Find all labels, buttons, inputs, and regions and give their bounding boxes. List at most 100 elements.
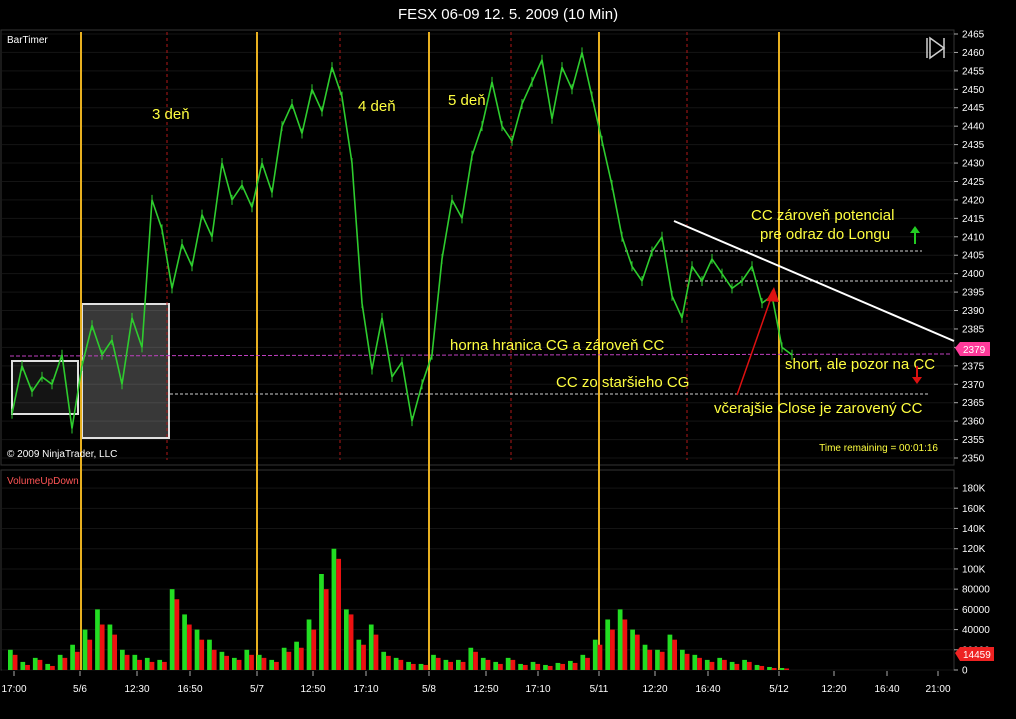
volume-bar-down [62, 657, 68, 670]
price-tick-label: 2425 [962, 177, 985, 188]
volume-bar-up [107, 624, 113, 670]
volume-bar-down [647, 649, 653, 670]
price-tick-label: 2450 [962, 85, 985, 96]
volume-bar-down [261, 657, 267, 670]
volume-bar-down [124, 654, 130, 670]
volume-tick-label: 60000 [962, 605, 990, 616]
volume-bar-down [174, 599, 180, 670]
volume-bar-down [759, 665, 765, 670]
volume-bar-up [704, 659, 710, 670]
volume-bar-down [547, 665, 553, 670]
volume-bar-up [393, 657, 399, 670]
volume-bar-up [406, 661, 411, 670]
volume-bar-up [120, 649, 125, 670]
time-tick-label: 16:50 [177, 684, 202, 695]
price-tick-label: 2455 [962, 66, 985, 77]
annotation-cc-potential-2: pre odraz do Longu [760, 226, 890, 243]
price-tick-label: 2375 [962, 361, 985, 372]
volume-bar-up [680, 649, 685, 670]
price-tick-label: 2465 [962, 30, 985, 41]
volume-bar-up [45, 663, 51, 670]
volume-bar-down [149, 661, 155, 670]
volume-tick-label: 0 [962, 666, 968, 677]
price-tick-label: 2445 [962, 103, 985, 114]
volume-bar-down [423, 664, 429, 670]
volume-bar-down [448, 661, 454, 670]
volume-bar-up [281, 647, 287, 670]
volume-bar-up [8, 649, 13, 670]
volume-bar-down [510, 659, 516, 670]
time-tick-label: 12:50 [473, 684, 498, 695]
annotation-cc-old-cg: CC zo staršieho CG [556, 374, 689, 391]
time-tick-label: 5/11 [590, 684, 609, 695]
volume-bar-down [622, 619, 628, 670]
volume-tick-label: 140K [962, 524, 986, 535]
time-tick-label: 12:20 [642, 684, 667, 695]
consolidation-box-2 [81, 303, 170, 439]
volume-bar-down [199, 639, 205, 670]
volume-bar-down [37, 659, 43, 670]
time-tick-label: 5/12 [769, 684, 789, 695]
chart-canvas: FESX 06-09 12. 5. 2009 (10 Min) 3 deň 4 … [0, 0, 1016, 719]
volume-bar-up [729, 661, 735, 670]
volume-bar-down [522, 664, 528, 670]
volume-bar-down [274, 661, 279, 670]
annotation-short: short, ale pozor na CC [785, 356, 935, 373]
volume-bar-down [224, 655, 230, 670]
time-tick-label: 5/6 [73, 684, 87, 695]
annotation-yesterday-close: včerajšie Close je zarovený CC [714, 400, 923, 417]
price-tick-label: 2460 [962, 48, 985, 59]
volume-bar-down [634, 634, 640, 670]
volume-tick-label: 100K [962, 564, 986, 575]
volume-bar-up [543, 664, 548, 670]
volume-bar-down [597, 644, 603, 670]
time-tick-label: 5/7 [250, 684, 264, 695]
time-tick-label: 17:00 [1, 684, 26, 695]
volume-bar-up [493, 661, 499, 670]
volume-bar-down [336, 558, 342, 670]
volume-bar-down [311, 629, 317, 670]
price-tick-label: 2395 [962, 288, 985, 299]
volume-tick-label: 80000 [962, 585, 990, 596]
volume-bar-up [443, 659, 449, 670]
price-tick-label: 2420 [962, 195, 985, 206]
volume-bar-up [779, 667, 785, 670]
volume-bar-up [70, 644, 75, 670]
volume-bar-down [211, 649, 217, 670]
chart-title: FESX 06-09 12. 5. 2009 (10 Min) [398, 6, 618, 23]
volume-bar-down [473, 651, 478, 670]
volume-bar-down [734, 663, 740, 670]
volume-bar-up [319, 574, 324, 670]
volume-bar-down [386, 655, 391, 670]
volume-bar-down [709, 661, 715, 670]
time-tick-label: 21:00 [925, 684, 950, 695]
time-tick-label: 12:20 [821, 684, 846, 695]
volume-bar-down [162, 661, 167, 670]
volume-bar-up [344, 609, 349, 670]
volume-bar-down [659, 651, 665, 670]
current-volume-badge: 14459 [955, 647, 994, 661]
volume-bar-down [361, 644, 366, 670]
volume-bar-down [722, 659, 727, 670]
time-tick-label: 12:30 [124, 684, 149, 695]
volume-bar-down [410, 663, 416, 670]
price-tick-label: 2385 [962, 324, 985, 335]
volume-bar-down [298, 647, 304, 670]
volume-bar-up [232, 657, 237, 670]
price-tick-label: 2360 [962, 417, 985, 428]
volume-bar-up [418, 663, 424, 670]
svg-text:2379: 2379 [963, 345, 986, 356]
time-tick-label: 17:10 [525, 684, 550, 695]
volume-bar-up [207, 639, 212, 670]
volume-bar-down [398, 659, 404, 670]
volume-bar-up [356, 639, 362, 670]
volume-bar-up [331, 548, 337, 670]
volume-bar-down [684, 653, 690, 670]
volume-bar-down [672, 639, 678, 670]
volume-bar-up [269, 659, 275, 670]
volume-tick-label: 120K [962, 544, 986, 555]
price-tick-label: 2370 [962, 380, 985, 391]
volume-bar-up [82, 629, 88, 670]
volume-bar-up [568, 660, 573, 670]
volume-bar-up [468, 647, 474, 670]
